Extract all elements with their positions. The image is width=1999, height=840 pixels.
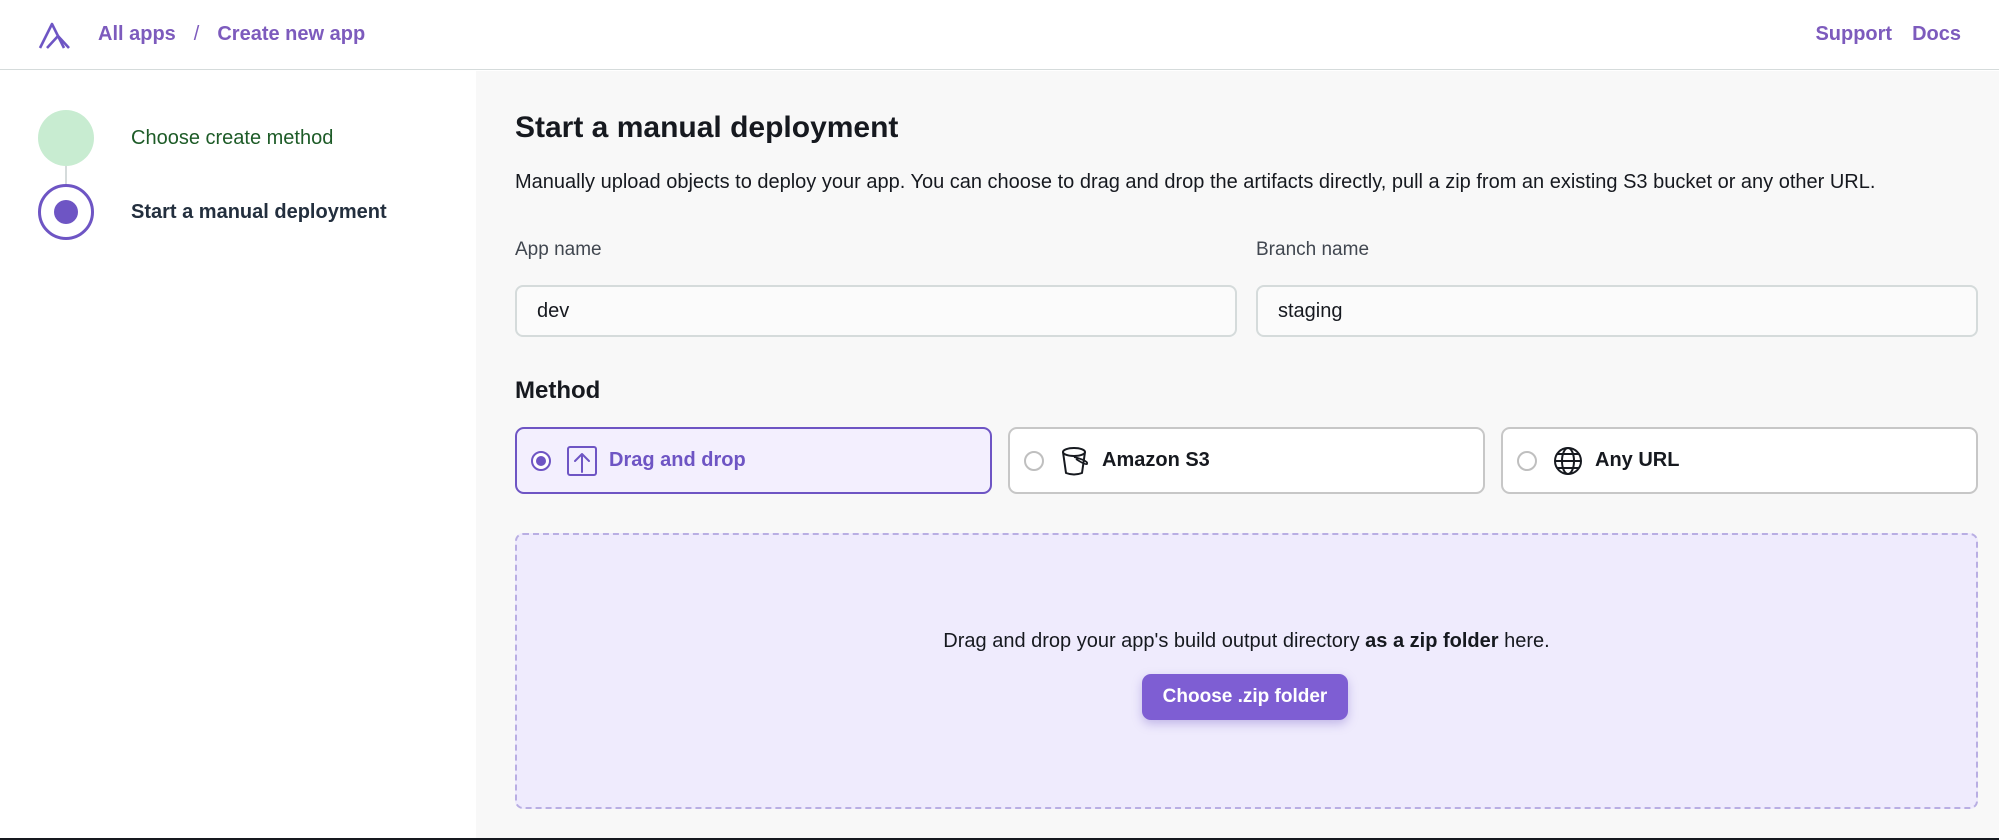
method-option-any-url[interactable]: Any URL: [1501, 427, 1978, 494]
drop-zone-text-end: here.: [1498, 630, 1550, 652]
radio-button[interactable]: [531, 450, 551, 471]
breadcrumb-separator: /: [193, 23, 200, 45]
docs-link[interactable]: Docs: [1912, 23, 1961, 46]
amplify-logo-icon[interactable]: [38, 18, 72, 52]
support-link[interactable]: Support: [1815, 23, 1892, 46]
page-title: Start a manual deployment: [515, 111, 899, 144]
step-connector: [65, 166, 67, 186]
choose-zip-folder-button[interactable]: Choose .zip folder: [1142, 674, 1348, 720]
method-option-amazon-s3[interactable]: Amazon S3: [1008, 427, 1485, 494]
step-current-indicator: [38, 184, 94, 240]
radio-dot: [536, 455, 546, 466]
branch-name-label: Branch name: [1256, 239, 1370, 260]
branch-name-input[interactable]: [1256, 285, 1978, 337]
app-name-label: App name: [515, 239, 602, 260]
step-start-manual-deployment: Start a manual deployment: [38, 184, 387, 240]
main-content: Start a manual deployment Manually uploa…: [476, 71, 1999, 840]
drop-zone-instructions: Drag and drop your app's build output di…: [517, 630, 1976, 653]
bucket-icon: [1058, 444, 1092, 478]
top-navigation-bar: All apps / Create new app Support Docs: [0, 0, 1999, 70]
method-heading: Method: [515, 377, 601, 404]
step-choose-create-method[interactable]: Choose create method: [38, 110, 333, 166]
breadcrumb-create-new-app[interactable]: Create new app: [217, 23, 365, 46]
step-navigation: Choose create method Start a manual depl…: [0, 71, 476, 840]
radio-button[interactable]: [1517, 450, 1537, 471]
drop-zone-text-start: Drag and drop your app's build output di…: [943, 630, 1366, 652]
radio-button[interactable]: [1024, 450, 1044, 471]
app-name-input[interactable]: [515, 285, 1237, 337]
method-option-label: Drag and drop: [609, 449, 746, 471]
file-drop-zone[interactable]: Drag and drop your app's build output di…: [515, 533, 1978, 809]
breadcrumb-all-apps[interactable]: All apps: [98, 23, 176, 46]
top-links: Support Docs: [1815, 23, 1961, 46]
step-label: Start a manual deployment: [131, 200, 387, 223]
page-description: Manually upload objects to deploy your a…: [515, 171, 1876, 193]
step-label: Choose create method: [131, 126, 334, 149]
drop-zone-text-bold: as a zip folder: [1365, 630, 1499, 652]
method-option-drag-and-drop[interactable]: Drag and drop: [515, 427, 992, 494]
step-completed-indicator: [38, 110, 94, 166]
method-option-label: Amazon S3: [1102, 449, 1210, 471]
upload-icon: [565, 444, 599, 478]
globe-icon: [1551, 444, 1585, 478]
step-current-dot: [54, 200, 78, 224]
method-option-label: Any URL: [1595, 449, 1680, 471]
